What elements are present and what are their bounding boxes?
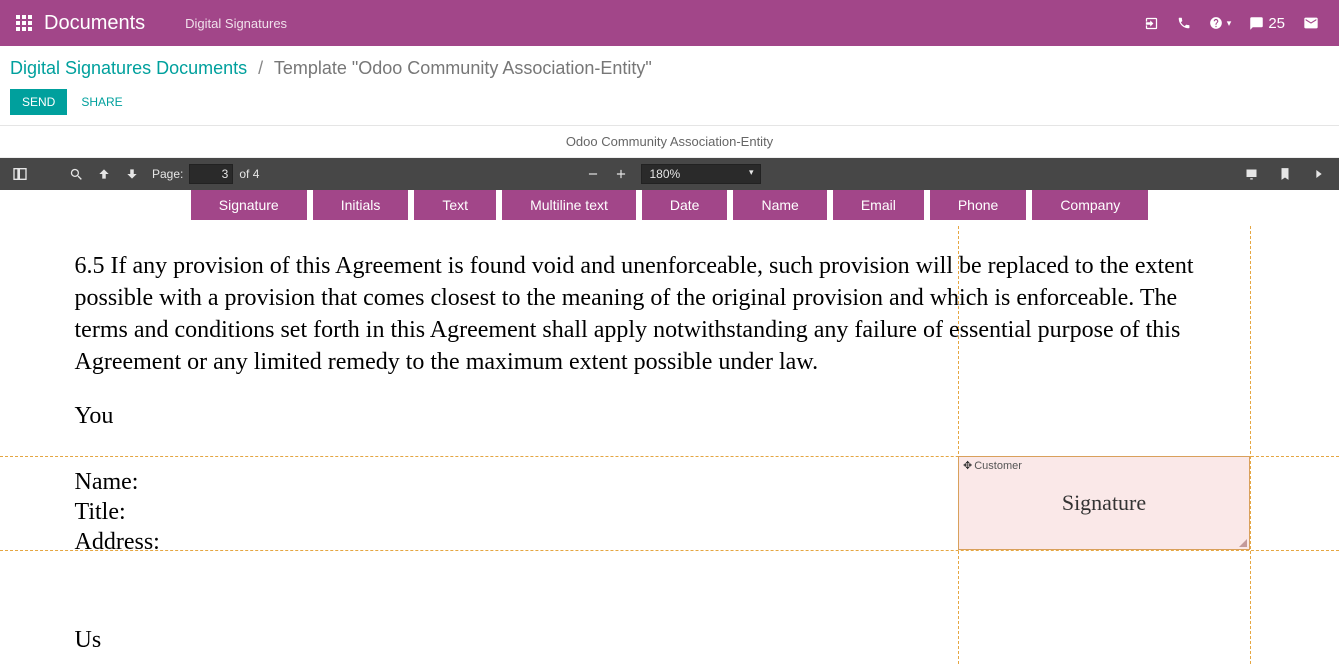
conversations-icon[interactable]: 25 [1249, 15, 1285, 32]
breadcrumb-parent[interactable]: Digital Signatures Documents [10, 58, 247, 78]
app-title[interactable]: Documents [44, 12, 145, 35]
breadcrumb-current: Template "Odoo Community Association-Ent… [274, 58, 652, 78]
document-viewer[interactable]: 6.5 If any provision of this Agreement i… [0, 220, 1339, 658]
signature-role: Customer [974, 460, 1022, 472]
page-number-input[interactable] [189, 164, 233, 184]
presentation-icon[interactable] [1237, 160, 1265, 188]
help-icon[interactable]: ▾ [1209, 16, 1232, 30]
page-down-icon[interactable] [118, 160, 146, 188]
more-icon[interactable] [1305, 160, 1333, 188]
signature-field-label: Signature [1062, 490, 1146, 516]
share-link[interactable]: SHARE [81, 95, 122, 109]
guide-line-v [1250, 226, 1251, 664]
conversations-count: 25 [1268, 15, 1285, 32]
field-tab-text[interactable]: Text [414, 190, 496, 220]
zoom-in-icon[interactable] [607, 160, 635, 188]
field-tab-email[interactable]: Email [833, 190, 924, 220]
top-header: Documents Digital Signatures ▾ 25 [0, 0, 1339, 46]
zoom-out-icon[interactable] [579, 160, 607, 188]
move-icon[interactable]: ✥ [963, 459, 972, 472]
field-tab-date[interactable]: Date [642, 190, 728, 220]
name-label: Name: [75, 469, 139, 495]
pdf-toolbar: Page: of 4 180% [0, 158, 1339, 190]
action-bar: SEND SHARE [0, 85, 1339, 125]
guide-line-h [0, 550, 1339, 551]
field-tab-name[interactable]: Name [733, 190, 826, 220]
send-button[interactable]: SEND [10, 89, 67, 115]
sidebar-toggle-icon[interactable] [6, 160, 34, 188]
document-paragraph: 6.5 If any provision of this Agreement i… [75, 220, 1265, 379]
field-tab-phone[interactable]: Phone [930, 190, 1026, 220]
page-up-icon[interactable] [90, 160, 118, 188]
you-label: You [75, 403, 114, 429]
sub-nav-link[interactable]: Digital Signatures [185, 16, 287, 31]
field-tab-initials[interactable]: Initials [313, 190, 409, 220]
field-type-tabs: Signature Initials Text Multiline text D… [0, 190, 1339, 220]
zoom-select[interactable]: 180% [641, 164, 761, 184]
document-page: 6.5 If any provision of this Agreement i… [75, 220, 1265, 655]
resize-handle-icon[interactable] [1237, 537, 1247, 547]
field-tab-multiline[interactable]: Multiline text [502, 190, 636, 220]
phone-icon[interactable] [1177, 16, 1191, 30]
search-icon[interactable] [62, 160, 90, 188]
breadcrumb: Digital Signatures Documents / Template … [0, 46, 1339, 85]
field-tab-company[interactable]: Company [1032, 190, 1148, 220]
bookmark-icon[interactable] [1271, 160, 1299, 188]
page-label: Page: [152, 167, 183, 181]
top-right-icons: ▾ 25 [1144, 15, 1331, 32]
signature-field[interactable]: ✥ Customer Signature [958, 456, 1250, 550]
field-tab-signature[interactable]: Signature [191, 190, 307, 220]
zoom-value: 180% [650, 167, 681, 181]
title-label: Title: [75, 499, 126, 525]
document-title: Odoo Community Association-Entity [0, 126, 1339, 158]
mail-icon[interactable] [1303, 15, 1319, 31]
page-total: of 4 [239, 167, 259, 181]
guide-line-v [958, 226, 959, 664]
signin-icon[interactable] [1144, 16, 1159, 31]
us-label: Us [75, 627, 102, 653]
apps-menu-icon[interactable] [12, 11, 36, 35]
